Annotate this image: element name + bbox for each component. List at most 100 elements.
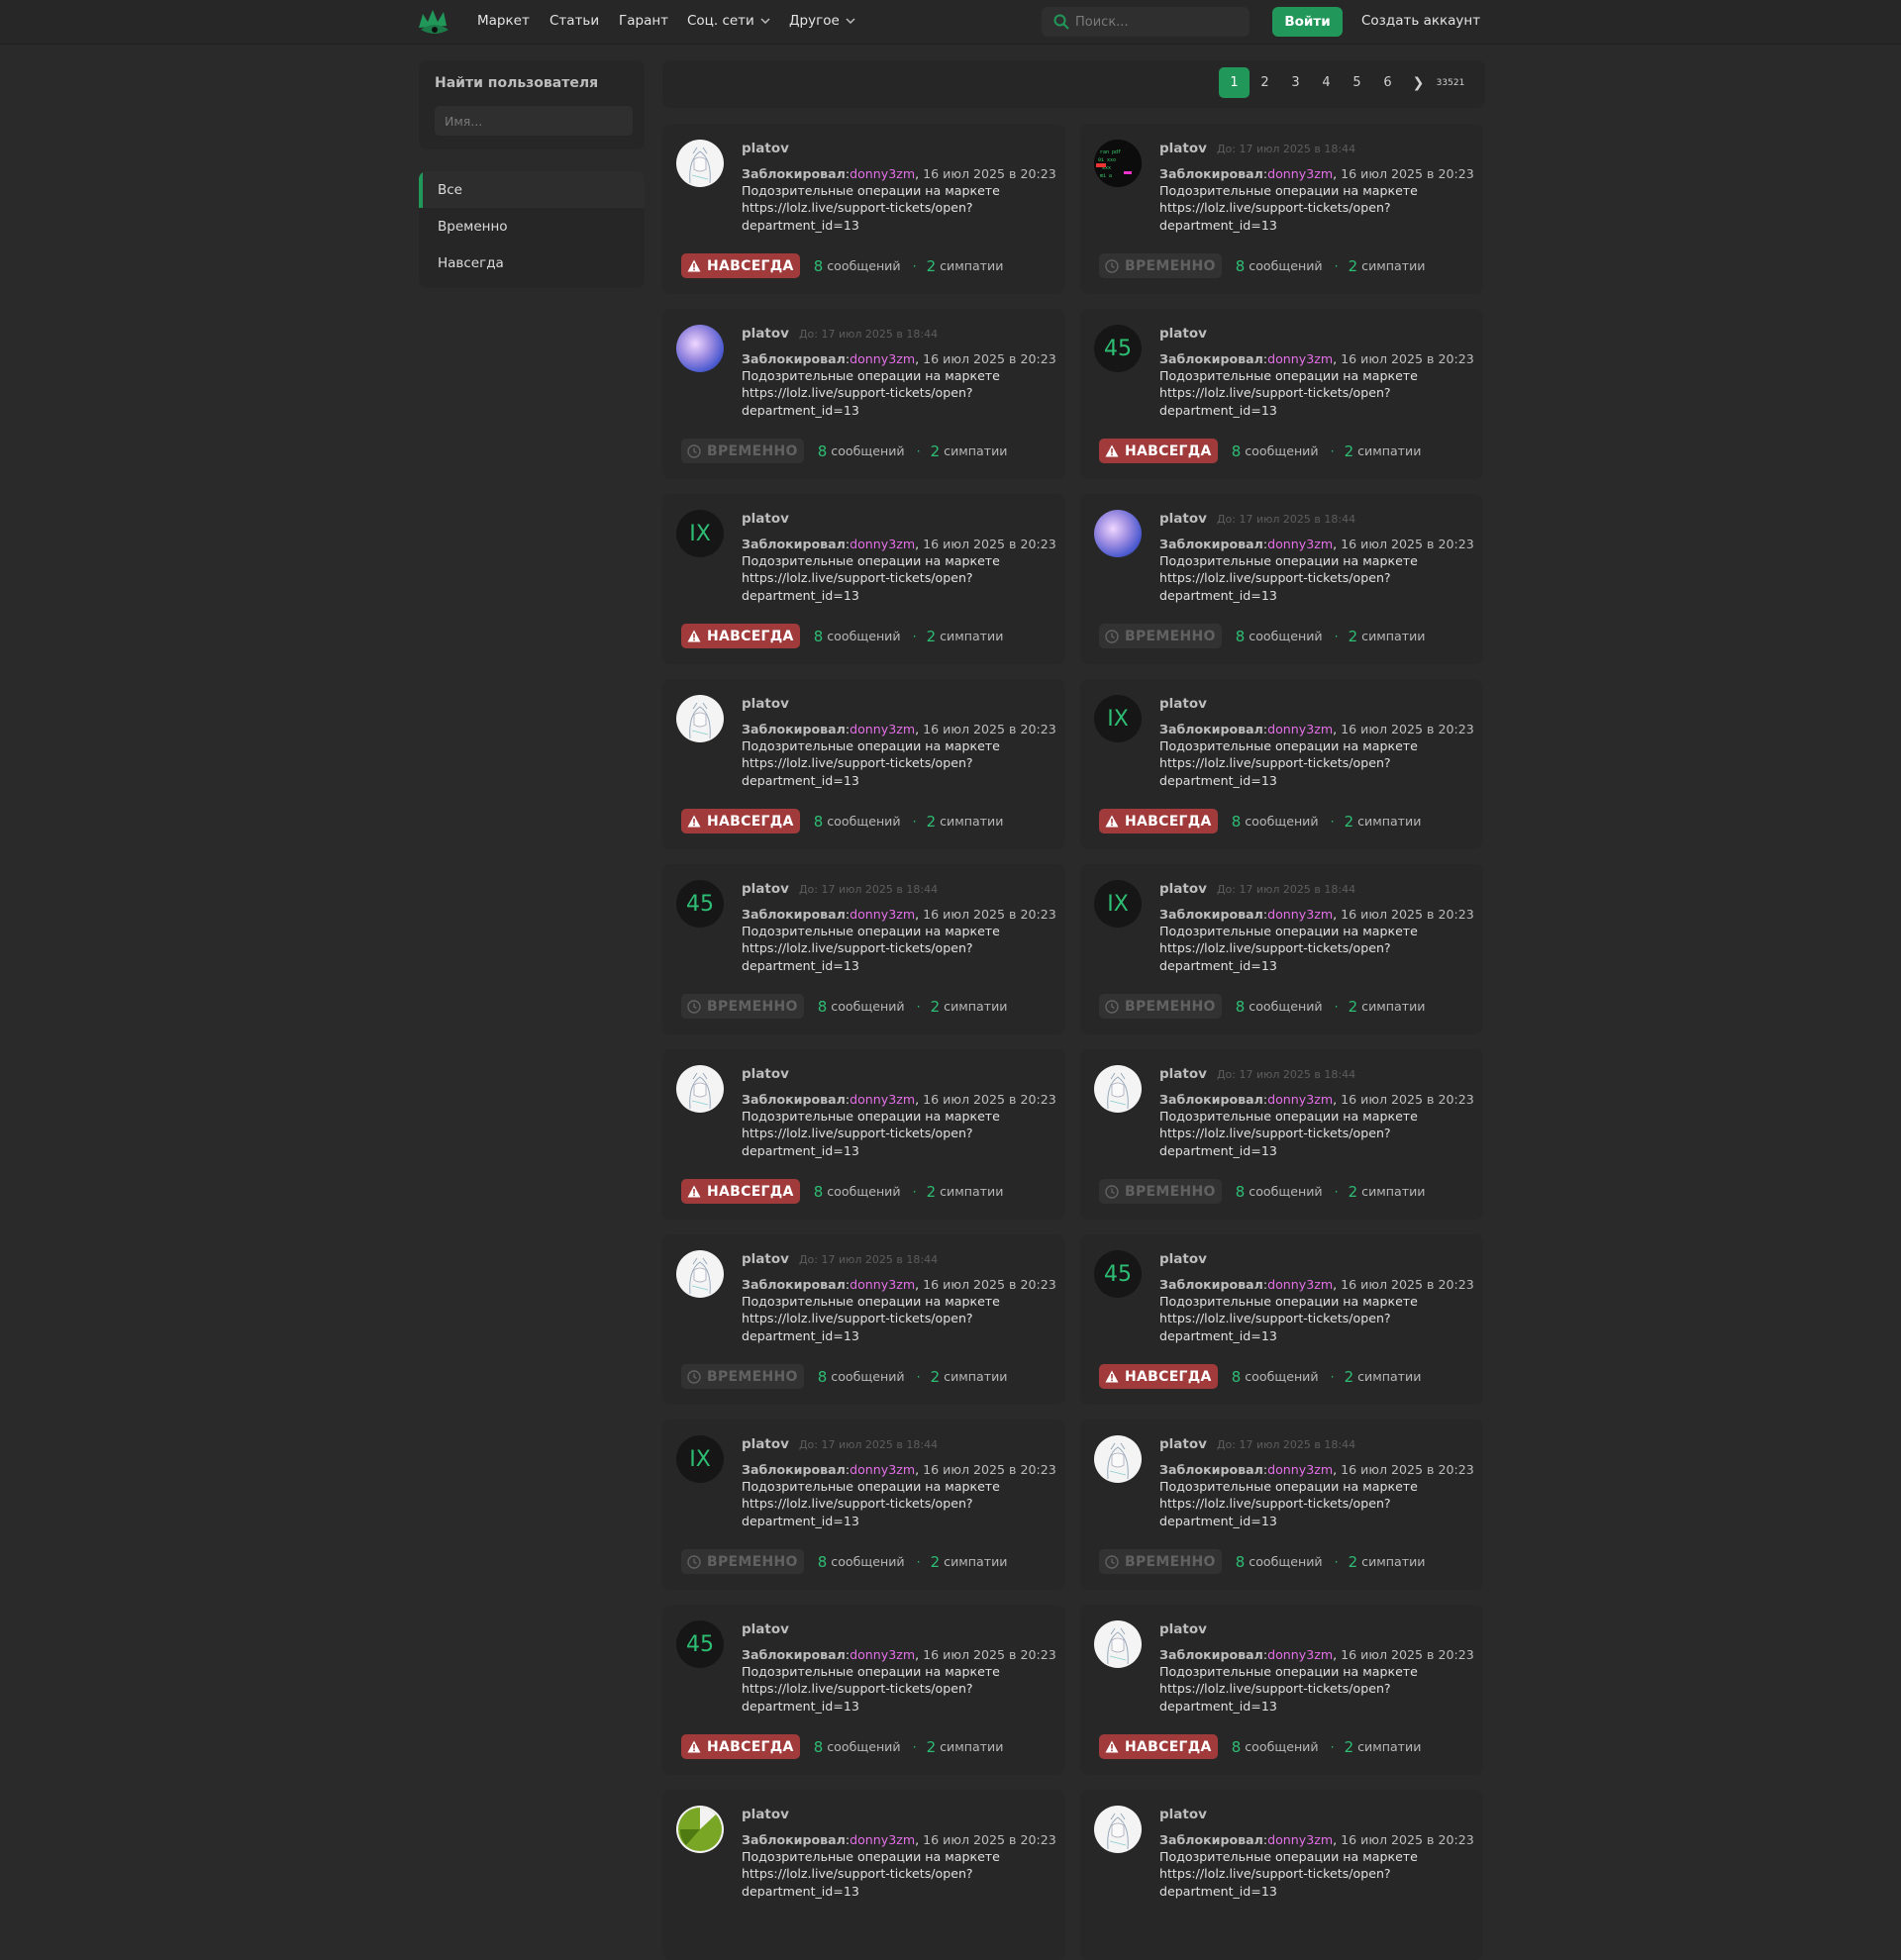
avatar[interactable] (1094, 1620, 1142, 1668)
avatar[interactable] (676, 1250, 724, 1298)
page-4[interactable]: 4 (1311, 67, 1342, 98)
ban-reason-link[interactable]: https://lolz.live/support-tickets/open? (742, 940, 973, 955)
username[interactable]: platov До: 17 июл 2025 в 18:44 (742, 881, 938, 897)
moderator-link[interactable]: donny3zm (1267, 1462, 1333, 1477)
avatar[interactable]: 45 (1094, 325, 1142, 372)
ban-reason-link[interactable]: https://lolz.live/support-tickets/open? (1159, 940, 1391, 955)
avatar[interactable]: 45 (676, 880, 724, 928)
ban-reason-link[interactable]: https://lolz.live/support-tickets/open? (742, 385, 973, 400)
avatar[interactable] (676, 695, 724, 742)
ban-card[interactable]: platov Заблокировал:donny3zm, 16 июл 2025… (662, 1790, 1065, 1960)
nav-social[interactable]: Соц. сети (687, 13, 770, 29)
avatar[interactable]: 45 (676, 1620, 724, 1668)
ban-reason-link-cont[interactable]: department_id=13 (742, 1699, 859, 1714)
username[interactable]: platov До: 17 июл 2025 в 18:44 (1159, 1436, 1355, 1452)
ban-reason-link[interactable]: https://lolz.live/support-tickets/open? (1159, 1311, 1391, 1325)
avatar[interactable] (676, 1065, 724, 1113)
ban-reason-link[interactable]: https://lolz.live/support-tickets/open? (742, 570, 973, 585)
search-box[interactable] (1042, 7, 1250, 37)
username[interactable]: platov До: 17 июл 2025 в 18:44 (1159, 1066, 1355, 1082)
ban-reason-link-cont[interactable]: department_id=13 (1159, 1514, 1277, 1528)
moderator-link[interactable]: donny3zm (1267, 722, 1333, 736)
username[interactable]: platov До: 17 июл 2025 в 18:44 (742, 1251, 938, 1267)
ban-card[interactable]: platov До: 17 июл 2025 в 18:44 Заблокирова… (1080, 494, 1483, 664)
moderator-link[interactable]: donny3zm (850, 1647, 915, 1662)
ban-card[interactable]: 45 platov Заблокировал:donny3zm, 16 июл 20… (1080, 309, 1483, 479)
username[interactable]: platov (1159, 1251, 1207, 1267)
ban-card[interactable]: platov До: 17 июл 2025 в 18:44 Заблокирова… (662, 1234, 1065, 1405)
username[interactable]: platov (742, 696, 789, 712)
ban-reason-link[interactable]: https://lolz.live/support-tickets/open? (742, 200, 973, 215)
avatar[interactable]: ran pdf 01 xxo sxx m1 a (1094, 140, 1142, 187)
search-input[interactable] (1073, 13, 1236, 31)
moderator-link[interactable]: donny3zm (1267, 1277, 1333, 1292)
ban-reason-link-cont[interactable]: department_id=13 (1159, 1143, 1277, 1158)
avatar[interactable] (676, 325, 724, 372)
moderator-link[interactable]: donny3zm (1267, 907, 1333, 922)
avatar[interactable]: IX (1094, 880, 1142, 928)
nav-guarantor[interactable]: Гарант (619, 13, 668, 29)
ban-reason-link-cont[interactable]: department_id=13 (1159, 958, 1277, 973)
ban-reason-link[interactable]: https://lolz.live/support-tickets/open? (742, 1496, 973, 1511)
moderator-link[interactable]: donny3zm (850, 1462, 915, 1477)
filter-all[interactable]: Все (419, 171, 645, 208)
ban-card[interactable]: 45 platov До: 17 июл 2025 в 18:44 Заблокиро… (662, 864, 1065, 1034)
ban-card[interactable]: platov Заблокировал:donny3zm, 16 июл 2025… (662, 124, 1065, 294)
ban-reason-link-cont[interactable]: department_id=13 (742, 1143, 859, 1158)
username-text[interactable]: platov (742, 1436, 789, 1452)
moderator-link[interactable]: donny3zm (1267, 1647, 1333, 1662)
page-5[interactable]: 5 (1342, 67, 1372, 98)
ban-reason-link[interactable]: https://lolz.live/support-tickets/open? (1159, 1866, 1391, 1881)
ban-card[interactable]: IX platov Заблокировал:donny3zm, 16 июл 20… (1080, 679, 1483, 849)
ban-reason-link-cont[interactable]: department_id=13 (742, 403, 859, 418)
username-text[interactable]: platov (742, 1066, 789, 1082)
ban-reason-link-cont[interactable]: department_id=13 (1159, 773, 1277, 788)
username-text[interactable]: platov (1159, 1251, 1207, 1267)
avatar[interactable] (1094, 1806, 1142, 1853)
ban-reason-link[interactable]: https://lolz.live/support-tickets/open? (1159, 1126, 1391, 1140)
ban-reason-link[interactable]: https://lolz.live/support-tickets/open? (1159, 1681, 1391, 1696)
username-text[interactable]: platov (742, 1621, 789, 1637)
page-2[interactable]: 2 (1250, 67, 1280, 98)
avatar[interactable]: IX (676, 510, 724, 557)
nav-other[interactable]: Другое (789, 13, 855, 29)
avatar[interactable] (1094, 1435, 1142, 1483)
username[interactable]: platov До: 17 июл 2025 в 18:44 (1159, 141, 1355, 156)
ban-reason-link-cont[interactable]: department_id=13 (742, 1328, 859, 1343)
moderator-link[interactable]: donny3zm (850, 1092, 915, 1107)
moderator-link[interactable]: donny3zm (850, 166, 915, 181)
username-text[interactable]: platov (1159, 1621, 1207, 1637)
avatar[interactable]: 45 (1094, 1250, 1142, 1298)
username[interactable]: platov (742, 511, 789, 527)
username[interactable]: platov До: 17 июл 2025 в 18:44 (742, 326, 938, 342)
moderator-link[interactable]: donny3zm (850, 1832, 915, 1847)
avatar[interactable]: IX (1094, 695, 1142, 742)
last-page-link[interactable]: 33521 (1434, 67, 1467, 98)
site-logo-icon[interactable] (417, 6, 452, 38)
username-text[interactable]: platov (742, 1251, 789, 1267)
username-text[interactable]: platov (742, 881, 789, 897)
username-text[interactable]: platov (1159, 1066, 1207, 1082)
ban-reason-link-cont[interactable]: department_id=13 (1159, 1328, 1277, 1343)
username-text[interactable]: platov (742, 511, 789, 527)
ban-reason-link-cont[interactable]: department_id=13 (1159, 588, 1277, 603)
ban-reason-link-cont[interactable]: department_id=13 (1159, 1699, 1277, 1714)
username-text[interactable]: platov (1159, 696, 1207, 712)
username[interactable]: platov До: 17 июл 2025 в 18:44 (1159, 881, 1355, 897)
username[interactable]: platov (742, 1621, 789, 1637)
ban-card[interactable]: platov Заблокировал:donny3zm, 16 июл 2025… (1080, 1605, 1483, 1775)
ban-reason-link-cont[interactable]: department_id=13 (1159, 1884, 1277, 1899)
username-text[interactable]: platov (1159, 141, 1207, 156)
username[interactable]: platov (742, 1807, 789, 1822)
ban-card[interactable]: platov Заблокировал:donny3zm, 16 июл 2025… (1080, 1790, 1483, 1960)
username[interactable]: platov (1159, 1807, 1207, 1822)
username-text[interactable]: platov (742, 696, 789, 712)
moderator-link[interactable]: donny3zm (850, 1277, 915, 1292)
username-text[interactable]: platov (1159, 511, 1207, 527)
ban-reason-link[interactable]: https://lolz.live/support-tickets/open? (742, 755, 973, 770)
ban-reason-link-cont[interactable]: department_id=13 (742, 588, 859, 603)
moderator-link[interactable]: donny3zm (850, 537, 915, 551)
page-3[interactable]: 3 (1280, 67, 1311, 98)
moderator-link[interactable]: donny3zm (1267, 351, 1333, 366)
moderator-link[interactable]: donny3zm (850, 722, 915, 736)
